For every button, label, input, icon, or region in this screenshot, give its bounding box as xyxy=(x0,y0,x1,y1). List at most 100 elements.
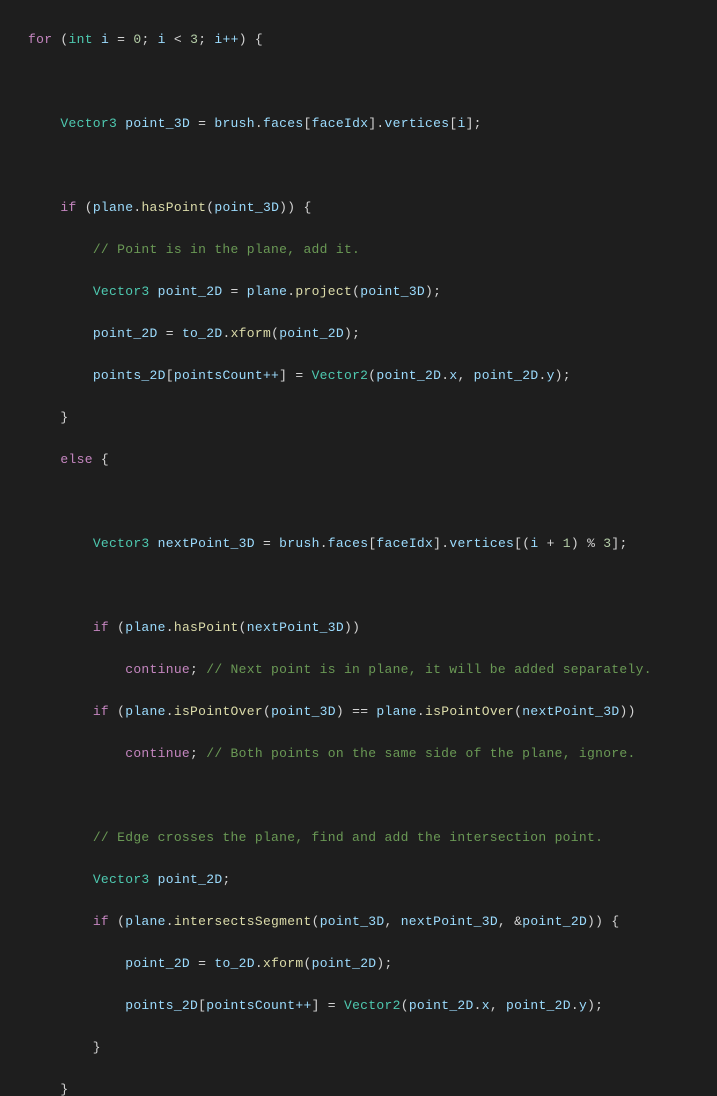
keyword-else: else xyxy=(60,452,92,467)
var-plane: plane xyxy=(125,914,166,929)
var-nextpoint: nextPoint_3D xyxy=(158,536,255,551)
var-plane: plane xyxy=(376,704,417,719)
code-line[interactable]: if (plane.hasPoint(point_3D)) { xyxy=(28,197,717,218)
keyword-continue: continue xyxy=(125,662,190,677)
var-point2d: point_2D xyxy=(125,956,190,971)
code-line[interactable]: // Edge crosses the plane, find and add … xyxy=(28,827,717,848)
var-a3: point_2D xyxy=(522,914,587,929)
type-vector3: Vector3 xyxy=(93,284,150,299)
var-i: i xyxy=(158,32,166,47)
comment: // Both points on the same side of the p… xyxy=(206,746,635,761)
var-arg: nextPoint_3D xyxy=(247,620,344,635)
var-plane: plane xyxy=(247,284,288,299)
keyword-if: if xyxy=(93,914,109,929)
code-line[interactable]: } xyxy=(28,407,717,428)
var-point3d: point_3D xyxy=(125,116,190,131)
code-line[interactable] xyxy=(28,71,717,92)
keyword-if: if xyxy=(93,704,109,719)
var-faceidx: faceIdx xyxy=(312,116,369,131)
fn-project: project xyxy=(295,284,352,299)
num-3: 3 xyxy=(190,32,198,47)
code-line[interactable]: else { xyxy=(28,449,717,470)
code-line[interactable]: point_2D = to_2D.xform(point_2D); xyxy=(28,953,717,974)
var-plane: plane xyxy=(93,200,134,215)
var-idx: pointsCount++ xyxy=(174,368,279,383)
code-line[interactable]: points_2D[pointsCount++] = Vector2(point… xyxy=(28,995,717,1016)
num-0: 0 xyxy=(133,32,141,47)
fn-ispointover: isPointOver xyxy=(174,704,263,719)
var-faces: faces xyxy=(263,116,304,131)
code-editor[interactable]: for (int i = 0; i < 3; i++) { Vector3 po… xyxy=(0,0,717,1096)
code-line[interactable] xyxy=(28,785,717,806)
code-line[interactable]: continue; // Both points on the same sid… xyxy=(28,743,717,764)
var-a1: point_3D xyxy=(320,914,385,929)
var-point2d: point_2D xyxy=(158,284,223,299)
var-i: i xyxy=(101,32,109,47)
var-point2d: point_2D xyxy=(93,326,158,341)
var-arg: point_3D xyxy=(214,200,279,215)
code-line[interactable]: if (plane.isPointOver(point_3D) == plane… xyxy=(28,701,717,722)
var-pts: points_2D xyxy=(125,998,198,1013)
code-line[interactable]: continue; // Next point is in plane, it … xyxy=(28,659,717,680)
fn-intersects: intersectsSegment xyxy=(174,914,312,929)
type-vector2: Vector2 xyxy=(344,998,401,1013)
var-brush: brush xyxy=(279,536,320,551)
comment: // Next point is in plane, it will be ad… xyxy=(206,662,652,677)
var-arg: point_3D xyxy=(271,704,336,719)
var-faces: faces xyxy=(328,536,369,551)
num-1: 1 xyxy=(563,536,571,551)
field-x: x xyxy=(449,368,457,383)
type-int: int xyxy=(69,32,93,47)
type-vector2: Vector2 xyxy=(312,368,369,383)
code-line[interactable]: for (int i = 0; i < 3; i++) { xyxy=(28,29,717,50)
var-arg: point_3D xyxy=(360,284,425,299)
type-vector3: Vector3 xyxy=(60,116,117,131)
var-ipp: i++ xyxy=(214,32,238,47)
type-vector3: Vector3 xyxy=(93,536,150,551)
var-arg: point_2D xyxy=(279,326,344,341)
code-line[interactable]: Vector3 point_2D; xyxy=(28,869,717,890)
code-line[interactable] xyxy=(28,491,717,512)
num-3: 3 xyxy=(603,536,611,551)
var-pts: points_2D xyxy=(93,368,166,383)
var-i: i xyxy=(457,116,465,131)
code-line[interactable]: Vector3 point_3D = brush.faces[faceIdx].… xyxy=(28,113,717,134)
keyword-if: if xyxy=(60,200,76,215)
comment: // Point is in the plane, add it. xyxy=(93,242,360,257)
code-line[interactable]: // Point is in the plane, add it. xyxy=(28,239,717,260)
code-line[interactable]: Vector3 point_2D = plane.project(point_3… xyxy=(28,281,717,302)
code-line[interactable] xyxy=(28,575,717,596)
comment: // Edge crosses the plane, find and add … xyxy=(93,830,603,845)
var-idx: pointsCount++ xyxy=(206,998,311,1013)
fn-ispointover: isPointOver xyxy=(425,704,514,719)
fn-haspoint: hasPoint xyxy=(141,200,206,215)
var-x: point_2D xyxy=(376,368,441,383)
code-line[interactable]: if (plane.hasPoint(nextPoint_3D)) xyxy=(28,617,717,638)
var-i: i xyxy=(530,536,538,551)
code-line[interactable]: Vector3 nextPoint_3D = brush.faces[faceI… xyxy=(28,533,717,554)
code-line[interactable]: } xyxy=(28,1037,717,1058)
field-x: x xyxy=(482,998,490,1013)
var-vertices: vertices xyxy=(385,116,450,131)
keyword-continue: continue xyxy=(125,746,190,761)
var-arg: point_2D xyxy=(312,956,377,971)
field-y: y xyxy=(579,998,587,1013)
var-faceidx: faceIdx xyxy=(376,536,433,551)
var-a2: nextPoint_3D xyxy=(401,914,498,929)
code-line[interactable]: point_2D = to_2D.xform(point_2D); xyxy=(28,323,717,344)
var-y: point_2D xyxy=(474,368,539,383)
var-point2d: point_2D xyxy=(158,872,223,887)
fn-haspoint: hasPoint xyxy=(174,620,239,635)
code-line[interactable]: } xyxy=(28,1079,717,1096)
var-to2d: to_2D xyxy=(214,956,255,971)
code-line[interactable]: if (plane.intersectsSegment(point_3D, ne… xyxy=(28,911,717,932)
var-vertices: vertices xyxy=(449,536,514,551)
var-brush: brush xyxy=(214,116,255,131)
var-plane: plane xyxy=(125,704,166,719)
keyword-for: for xyxy=(28,32,52,47)
fn-xform: xform xyxy=(231,326,272,341)
fn-xform: xform xyxy=(263,956,304,971)
code-line[interactable] xyxy=(28,155,717,176)
code-line[interactable]: points_2D[pointsCount++] = Vector2(point… xyxy=(28,365,717,386)
var-plane: plane xyxy=(125,620,166,635)
